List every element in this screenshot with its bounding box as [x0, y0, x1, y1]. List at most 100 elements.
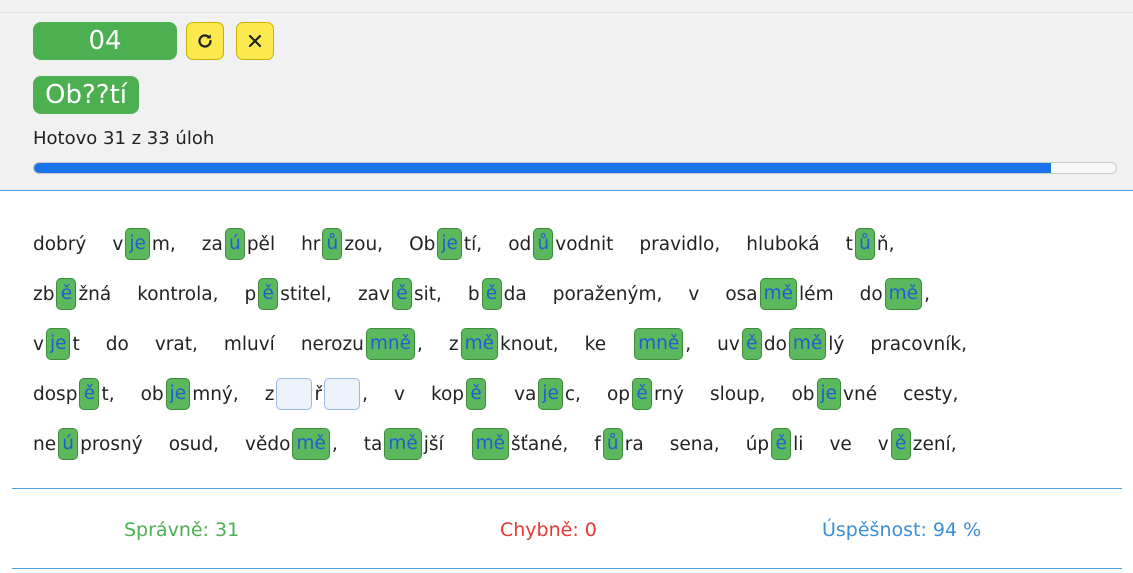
word-fragment: ř	[314, 383, 323, 405]
word-fragment: m,	[151, 233, 176, 255]
word-fragment: v	[877, 433, 889, 455]
filled-gap[interactable]: ě	[258, 278, 279, 310]
filled-gap[interactable]: mně	[634, 328, 684, 360]
word-fragment: t	[845, 233, 853, 255]
filled-gap[interactable]: mě	[759, 278, 798, 310]
word-fragment: Ob	[409, 233, 436, 255]
filled-gap[interactable]: ú	[224, 228, 245, 260]
word-fragment: lém	[799, 283, 834, 305]
exercise-word: dobrý	[33, 234, 86, 255]
exercise-word: vědo mě,	[245, 428, 338, 460]
word-fragment: tí,	[463, 233, 483, 255]
word-fragment: osa	[725, 283, 758, 305]
filled-gap[interactable]: ě	[79, 378, 100, 410]
word-fragment: pracovník,	[870, 333, 967, 355]
filled-gap[interactable]: ě	[466, 378, 487, 410]
word-fragment: zení,	[912, 433, 957, 455]
word-fragment: rný	[654, 383, 684, 405]
filled-gap[interactable]: je	[538, 378, 563, 410]
exercise-word: ta mě jší	[364, 428, 444, 460]
correct-count: Správně: 31	[124, 519, 240, 541]
word-fragment: vrat,	[154, 333, 198, 355]
filled-gap[interactable]: ů	[854, 228, 875, 260]
word-fragment: žná	[78, 283, 112, 305]
exercise-word: v je m,	[112, 228, 176, 260]
filled-gap[interactable]: je	[165, 378, 191, 410]
exercise-word: v ě zení,	[878, 428, 957, 460]
empty-gap-input[interactable]	[276, 378, 313, 410]
word-fragment: vědo	[245, 433, 291, 455]
exercise-word: v	[688, 284, 699, 305]
filled-gap[interactable]: ě	[481, 278, 502, 310]
word-fragment: z	[448, 333, 459, 355]
word-fragment: hluboká	[746, 233, 820, 255]
word-fragment: od	[508, 233, 532, 255]
word-fragment: sit,	[413, 283, 442, 305]
exercise-word: f ů ra	[594, 428, 644, 460]
filled-gap[interactable]: mě	[292, 428, 330, 460]
filled-gap[interactable]: je	[437, 228, 462, 260]
word-fragment: za	[201, 233, 223, 255]
word-fragment: pravidlo,	[639, 233, 721, 255]
word-fragment: ob	[791, 383, 815, 405]
filled-gap[interactable]: je	[45, 328, 71, 360]
word-fragment: kop	[430, 383, 465, 405]
word-fragment: stitel,	[280, 283, 332, 305]
divider	[12, 568, 1122, 569]
exercise-word: z mě knout,	[449, 328, 559, 360]
word-fragment: sena,	[669, 433, 720, 455]
filled-gap[interactable]: ů	[602, 428, 623, 460]
exercise-word: sena,	[670, 434, 720, 455]
filled-gap[interactable]: ů	[322, 228, 343, 260]
refresh-icon	[198, 34, 212, 48]
filled-gap[interactable]: mě	[884, 278, 923, 310]
filled-gap[interactable]: ě	[56, 278, 77, 310]
exercise-word: ob je mný,	[141, 378, 239, 410]
exercise-word: p ě stitel,	[244, 278, 332, 310]
filled-gap[interactable]: mě	[460, 328, 499, 360]
exercise-word: ve	[829, 434, 851, 455]
filled-gap[interactable]: mě	[471, 428, 510, 460]
filled-gap[interactable]: ě	[391, 278, 412, 310]
exercise-word: b ě da	[468, 278, 527, 310]
word-fragment: zou,	[344, 233, 384, 255]
word-fragment: b	[467, 283, 480, 305]
exercise-word: mě šťané,	[470, 428, 569, 460]
close-icon	[248, 34, 262, 48]
filled-gap[interactable]: ě	[632, 378, 653, 410]
exercise-word: zav ě sit,	[358, 278, 442, 310]
word-fragment: t	[72, 333, 80, 355]
filled-gap[interactable]: ě	[741, 328, 762, 360]
word-fragment: knout,	[500, 333, 559, 355]
filled-gap[interactable]: mně	[365, 328, 416, 360]
filled-gap[interactable]: je	[816, 378, 842, 410]
refresh-button[interactable]	[186, 22, 224, 60]
word-fragment: poraženým,	[552, 283, 663, 305]
top-divider	[0, 12, 1133, 13]
word-fragment: vné	[843, 383, 878, 405]
word-fragment: zav	[357, 283, 390, 305]
word-fragment: da	[503, 283, 527, 305]
word-fragment: lý	[828, 333, 845, 355]
word-fragment: do	[763, 333, 787, 355]
exercise-word: va je c,	[514, 378, 581, 410]
exercise-word: zb ě žná	[33, 278, 111, 310]
filled-gap[interactable]: mě	[788, 328, 827, 360]
word-fragment: ne	[33, 433, 57, 455]
exercise-word: sloup,	[710, 384, 765, 405]
word-fragment: ob	[140, 383, 164, 405]
filled-gap[interactable]: ě	[890, 428, 911, 460]
filled-gap[interactable]: ú	[58, 428, 79, 460]
filled-gap[interactable]: ě	[771, 428, 792, 460]
success-rate: Úspěšnost: 94 %	[822, 519, 982, 541]
exercise-word: v je t	[33, 328, 80, 360]
exercise-word: kop ě	[431, 378, 488, 410]
filled-gap[interactable]: ů	[533, 228, 554, 260]
filled-gap[interactable]: mě	[384, 428, 422, 460]
empty-gap-input[interactable]	[324, 378, 361, 410]
word-fragment: dosp	[33, 383, 78, 405]
close-button[interactable]	[236, 22, 274, 60]
exercise-word: pravidlo,	[639, 234, 720, 255]
filled-gap[interactable]: je	[125, 228, 150, 260]
word-fragment: šťané,	[511, 433, 569, 455]
